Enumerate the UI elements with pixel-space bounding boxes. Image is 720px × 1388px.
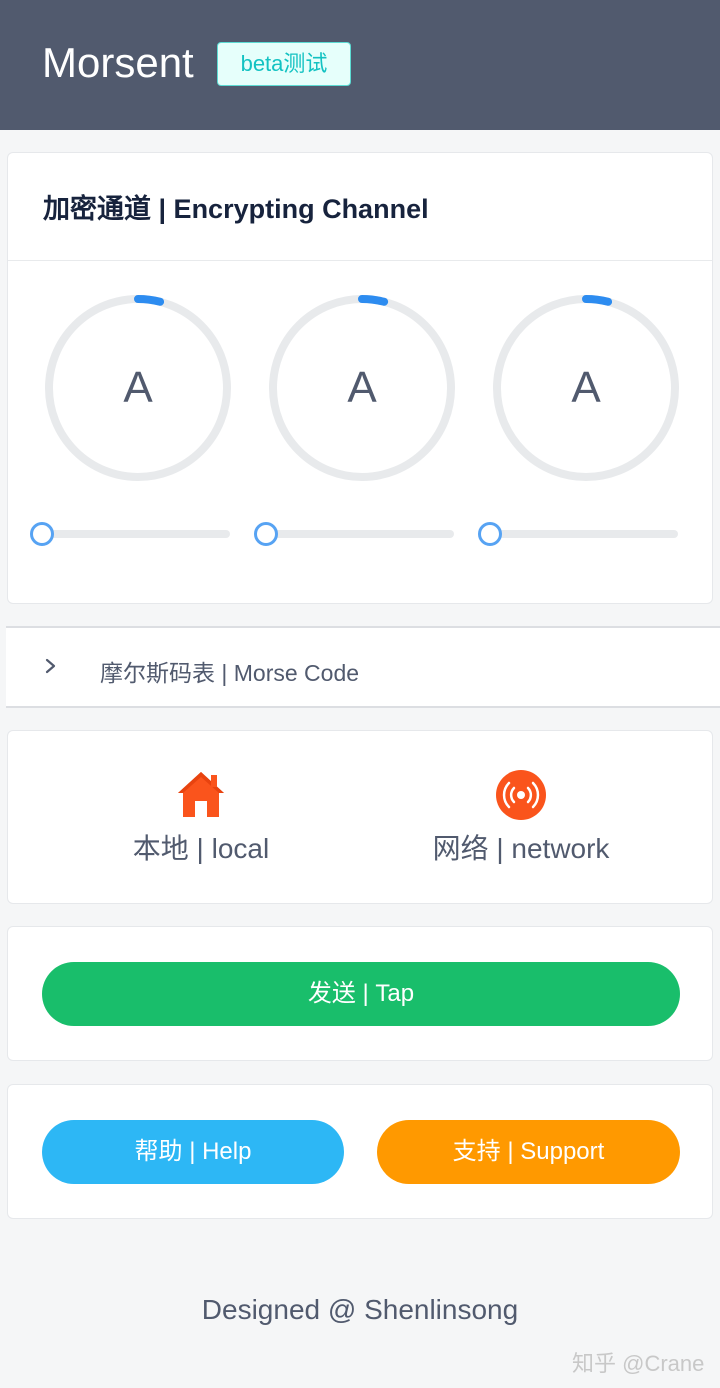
send-button[interactable]: 发送 | Tap	[42, 962, 680, 1026]
dial-letter: A	[123, 363, 153, 412]
channel-card-header: 加密通道 | Encrypting Channel	[8, 153, 712, 261]
letter-dial-1: A	[43, 293, 233, 483]
letter-slider-2[interactable]	[254, 521, 456, 547]
broadcast-icon	[496, 770, 546, 820]
app-title: Morsent	[42, 39, 194, 86]
home-icon	[178, 772, 224, 817]
letter-slider-3[interactable]	[478, 521, 680, 547]
channel-title: 加密通道 | Encrypting Channel	[43, 194, 429, 224]
channel-card: 加密通道 | Encrypting Channel A A A	[7, 152, 713, 604]
chevron-right-icon	[45, 658, 56, 674]
watermark: 知乎 @Crane	[572, 1351, 705, 1376]
footer-credit: Designed @ Shenlinsong	[201, 1294, 519, 1325]
morse-code-collapse[interactable]: 摩尔斯码表 | Morse Code	[6, 626, 720, 708]
beta-badge: beta测试	[217, 42, 351, 86]
letter-slider-1[interactable]	[30, 521, 232, 547]
slider-handle[interactable]	[478, 522, 502, 546]
dial-letter: A	[347, 363, 377, 412]
slider-handle[interactable]	[30, 522, 54, 546]
app-header: Morsent beta测试	[0, 0, 720, 130]
letter-dial-2: A	[267, 293, 457, 483]
local-mode-label: 本地 | local	[132, 833, 270, 864]
mode-card: 本地 | local 网络 | network	[7, 730, 713, 904]
slider-handle[interactable]	[254, 522, 278, 546]
help-button[interactable]: 帮助 | Help	[42, 1120, 344, 1184]
letter-dial-3: A	[491, 293, 681, 483]
morse-code-label: 摩尔斯码表 | Morse Code	[100, 660, 360, 686]
send-card: 发送 | Tap	[7, 926, 713, 1061]
dial-letter: A	[571, 363, 601, 412]
help-support-card: 帮助 | Help 支持 | Support	[7, 1084, 713, 1219]
slider-rail[interactable]	[36, 530, 230, 538]
network-mode-option[interactable]: 网络 | network	[408, 769, 634, 869]
slider-rail[interactable]	[484, 530, 678, 538]
local-mode-option[interactable]: 本地 | local	[101, 769, 301, 869]
support-button[interactable]: 支持 | Support	[377, 1120, 680, 1184]
slider-rail[interactable]	[260, 530, 454, 538]
network-mode-label: 网络 | network	[432, 833, 610, 864]
